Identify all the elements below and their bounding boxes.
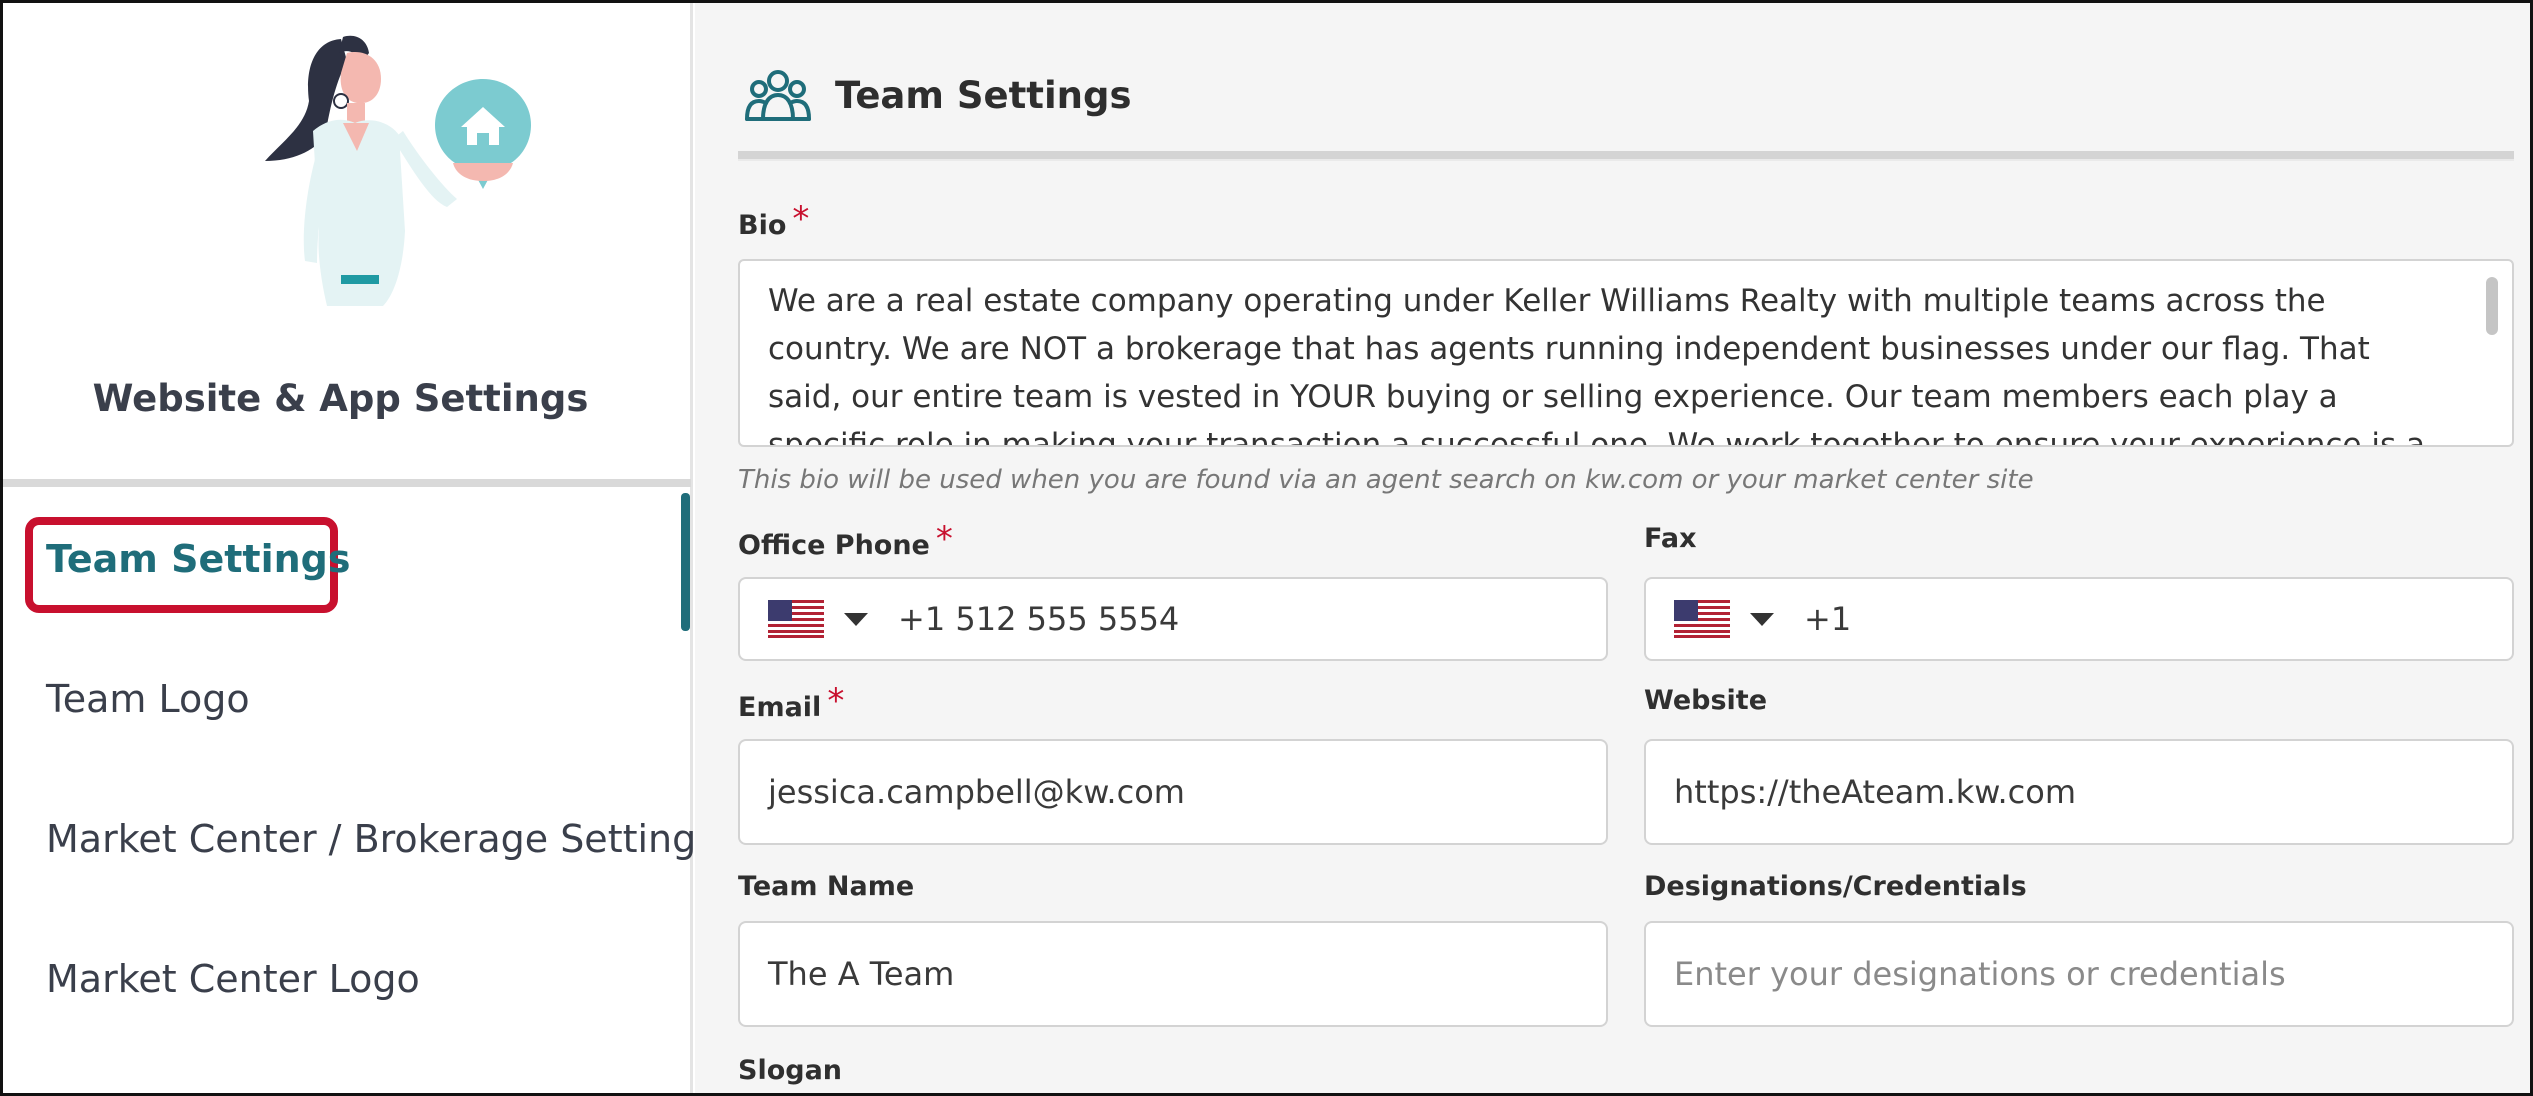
page-header: Team Settings: [743, 63, 1131, 127]
email-field[interactable]: jessica.campbell@kw.com: [738, 739, 1608, 845]
email-label: Email *: [738, 681, 845, 723]
app-window: Website & App Settings Team Settings Tea…: [0, 0, 2533, 1096]
caret-down-icon[interactable]: [1750, 612, 1774, 626]
fax-value: +1: [1804, 600, 1852, 638]
required-asterisk: *: [827, 681, 845, 721]
us-flag-icon[interactable]: [1674, 600, 1730, 638]
us-flag-icon[interactable]: [768, 600, 824, 638]
sidebar-item-market-center-brokerage-settings[interactable]: Market Center / Brokerage Settings: [46, 817, 716, 861]
sidebar-item-team-settings[interactable]: Team Settings: [46, 537, 350, 581]
fax-field[interactable]: +1: [1644, 577, 2514, 661]
team-name-label: Team Name: [738, 871, 915, 902]
designations-field[interactable]: Enter your designations or credentials: [1644, 921, 2514, 1027]
sidebar: Website & App Settings Team Settings Tea…: [3, 3, 716, 1093]
website-value: https://theAteam.kw.com: [1674, 773, 2077, 811]
office-phone-label: Office Phone *: [738, 519, 953, 561]
sidebar-divider: [3, 479, 691, 487]
bio-text: We are a real estate company operating u…: [768, 283, 2425, 447]
agent-illustration: [265, 35, 531, 306]
slogan-label: Slogan: [738, 1055, 843, 1086]
team-name-value: The A Team: [768, 955, 955, 993]
sidebar-item-market-center-logo[interactable]: Market Center Logo: [46, 957, 420, 1001]
required-asterisk: *: [792, 199, 810, 239]
website-label: Website: [1644, 685, 1768, 716]
required-asterisk: *: [935, 519, 953, 559]
email-value: jessica.campbell@kw.com: [768, 773, 1185, 811]
page-title: Team Settings: [835, 73, 1132, 117]
header-divider: [738, 151, 2514, 161]
caret-down-icon[interactable]: [844, 612, 868, 626]
office-phone-value: +1 512 555 5554: [898, 600, 1180, 638]
bio-label: Bio *: [738, 199, 810, 241]
active-nav-indicator: [681, 493, 690, 631]
designations-placeholder: Enter your designations or credentials: [1674, 955, 2286, 993]
bio-textarea[interactable]: We are a real estate company operating u…: [738, 259, 2514, 447]
website-field[interactable]: https://theAteam.kw.com: [1644, 739, 2514, 845]
designations-label: Designations/Credentials: [1644, 871, 2027, 902]
main-panel: Team Settings Bio * We are a real estate …: [695, 3, 2530, 1093]
bio-helper-text: This bio will be used when you are found…: [738, 465, 2034, 495]
team-icon: [745, 70, 811, 121]
sidebar-item-team-logo[interactable]: Team Logo: [46, 677, 250, 721]
sidebar-title: Website & App Settings: [92, 377, 589, 420]
fax-label: Fax: [1644, 523, 1697, 554]
team-name-field[interactable]: The A Team: [738, 921, 1608, 1027]
office-phone-field[interactable]: +1 512 555 5554: [738, 577, 1608, 661]
bio-scrollbar[interactable]: [2486, 277, 2498, 335]
